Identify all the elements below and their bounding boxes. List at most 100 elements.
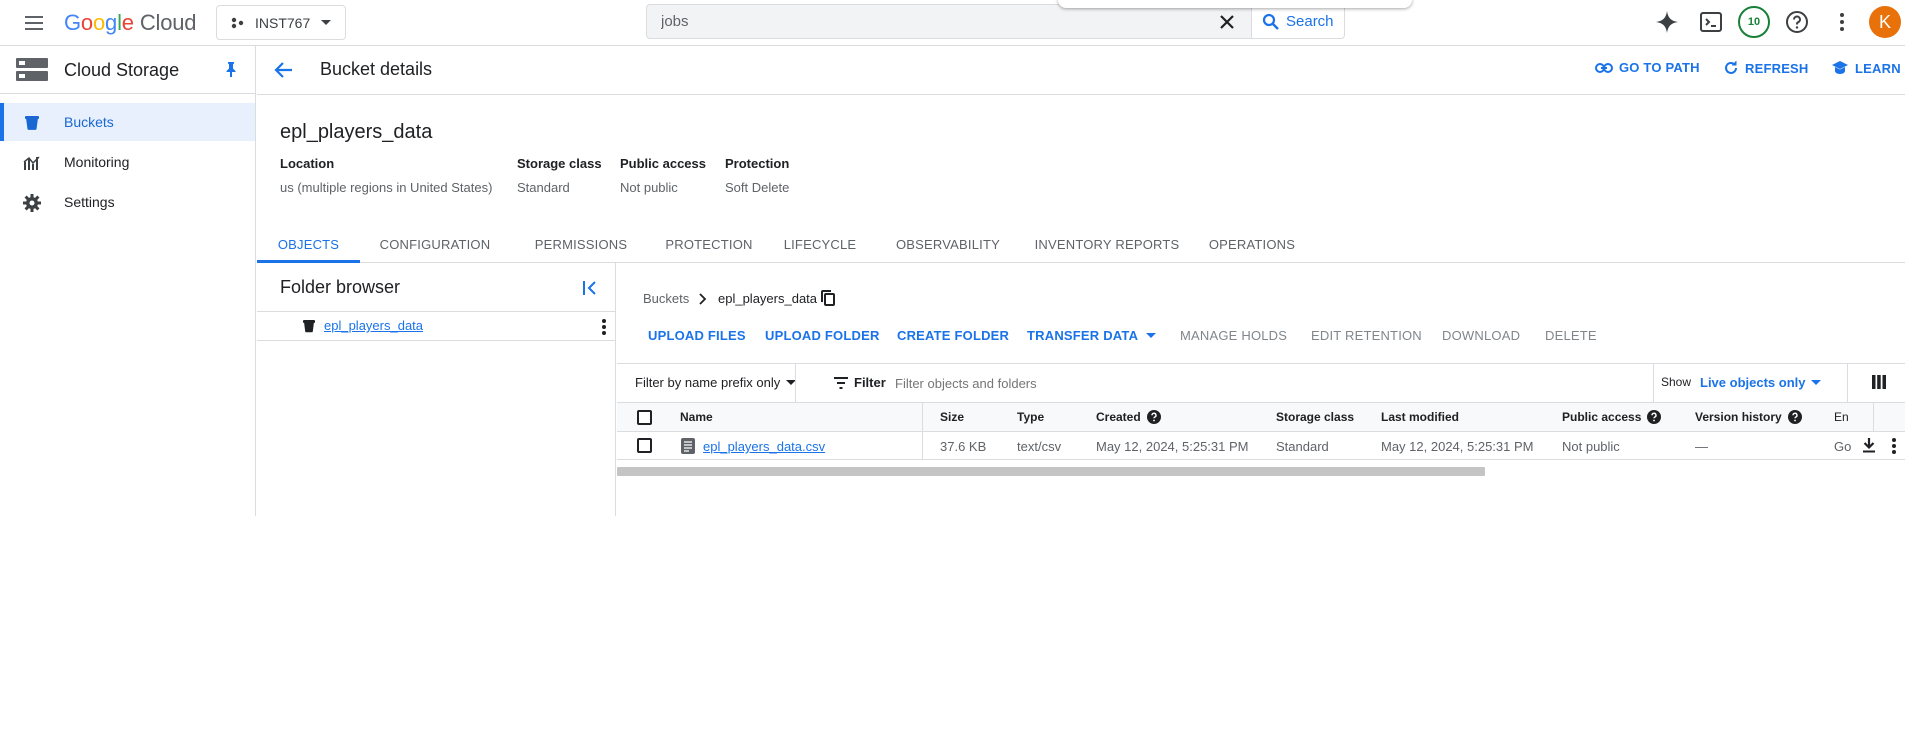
sidebar-item-buckets[interactable]: Buckets <box>0 103 255 141</box>
go-to-path-button[interactable]: GO TO PATH <box>1595 60 1700 75</box>
help-icon[interactable] <box>1146 410 1161 424</box>
column-header-size[interactable]: Size <box>940 410 964 424</box>
bucket-icon <box>22 113 42 133</box>
delete-button[interactable]: DELETE <box>1545 328 1597 343</box>
meta-location-value: us (multiple regions in United States) <box>280 180 493 195</box>
refresh-icon <box>1723 60 1739 76</box>
filter-input[interactable] <box>895 367 1395 399</box>
sidebar-header: Cloud Storage <box>0 46 255 94</box>
meta-storage-class-value: Standard <box>517 180 570 195</box>
tab-inventory-reports[interactable]: INVENTORY REPORTS <box>1032 230 1182 263</box>
search-suggestions-popup <box>1058 0 1412 8</box>
column-header-storage-class[interactable]: Storage class <box>1276 410 1354 424</box>
column-divider <box>1873 403 1874 432</box>
object-storage-class: Standard <box>1276 439 1329 454</box>
filter-label: Filter <box>854 375 886 390</box>
clear-icon[interactable] <box>1215 10 1239 34</box>
sidebar-item-label: Monitoring <box>64 154 130 170</box>
avatar[interactable]: K <box>1869 6 1901 38</box>
notifications-badge[interactable]: 10 <box>1738 6 1770 38</box>
bucket-icon <box>301 318 317 334</box>
column-header-version-history[interactable]: Version history <box>1695 410 1802 424</box>
more-vert-icon[interactable] <box>1889 436 1899 456</box>
search-button[interactable]: Search <box>1251 4 1345 39</box>
meta-public-access-label: Public access <box>620 156 706 171</box>
page-title: Bucket details <box>320 59 433 79</box>
object-type: text/csv <box>1017 439 1062 454</box>
column-header-last-modified[interactable]: Last modified <box>1381 410 1459 424</box>
menu-icon[interactable] <box>22 11 46 35</box>
transfer-data-button[interactable]: TRANSFER DATA <box>1027 328 1157 343</box>
meta-storage-class-label: Storage class <box>517 156 602 171</box>
show-select[interactable]: Live objects only <box>1700 375 1822 390</box>
column-header-public-access[interactable]: Public access <box>1562 410 1662 424</box>
row-checkbox[interactable] <box>637 438 652 453</box>
column-header-version-history-label: Version history <box>1695 410 1782 424</box>
copy-icon[interactable] <box>821 290 835 306</box>
filter-icon <box>833 376 849 390</box>
column-header-type[interactable]: Type <box>1017 410 1044 424</box>
column-header-name[interactable]: Name <box>680 410 713 424</box>
back-arrow-icon[interactable] <box>272 58 296 82</box>
tab-protection[interactable]: PROTECTION <box>657 230 761 263</box>
folder-browser-panel: Folder browser epl_players_data <box>257 263 616 516</box>
google-cloud-logo[interactable]: Google Cloud <box>64 10 196 36</box>
column-header-encryption[interactable]: En <box>1834 410 1849 424</box>
select-all-checkbox[interactable] <box>637 410 652 425</box>
column-divider <box>922 403 923 431</box>
column-header-created[interactable]: Created <box>1096 410 1161 424</box>
breadcrumb-current: epl_players_data <box>718 291 818 306</box>
create-folder-button[interactable]: CREATE FOLDER <box>897 328 1009 343</box>
tab-configuration[interactable]: CONFIGURATION <box>375 230 495 263</box>
download-button[interactable]: DOWNLOAD <box>1442 328 1520 343</box>
object-size: 37.6 KB <box>940 439 987 454</box>
filter-mode-select[interactable]: Filter by name prefix only <box>635 375 797 390</box>
tab-bar: OBJECTS CONFIGURATION PERMISSIONS PROTEC… <box>257 230 1905 263</box>
edit-retention-button[interactable]: EDIT RETENTION <box>1311 328 1422 343</box>
manage-holds-button[interactable]: MANAGE HOLDS <box>1180 328 1287 343</box>
bucket-name: epl_players_data <box>280 121 433 143</box>
folder-tree-link[interactable]: epl_players_data <box>324 318 423 333</box>
help-icon[interactable] <box>1784 9 1810 35</box>
upload-files-button[interactable]: UPLOAD FILES <box>648 328 746 343</box>
project-icon <box>231 16 245 30</box>
object-name-link[interactable]: epl_players_data.csv <box>703 439 825 454</box>
filter-bar: Filter by name prefix only Filter Show L… <box>617 363 1905 403</box>
collapse-panel-icon[interactable] <box>579 277 601 299</box>
tab-observability[interactable]: OBSERVABILITY <box>883 230 1013 263</box>
dropdown-icon <box>1146 332 1157 339</box>
search-icon <box>1262 13 1280 31</box>
search-button-label: Search <box>1286 13 1334 30</box>
gemini-icon[interactable] <box>1654 9 1680 35</box>
dropdown-icon <box>320 19 332 27</box>
help-icon[interactable] <box>1647 410 1662 424</box>
sidebar-item-monitoring[interactable]: Monitoring <box>0 143 255 181</box>
horizontal-scrollbar[interactable] <box>617 467 1485 476</box>
meta-protection-value: Soft Delete <box>725 180 790 195</box>
tab-operations[interactable]: OPERATIONS <box>1207 230 1297 263</box>
folder-browser-title: Folder browser <box>280 277 401 297</box>
tab-objects[interactable]: OBJECTS <box>257 230 360 263</box>
download-icon[interactable] <box>1861 437 1877 453</box>
column-display-icon[interactable] <box>1872 375 1886 389</box>
breadcrumb-root[interactable]: Buckets <box>643 291 689 306</box>
table-row[interactable]: epl_players_data.csv 37.6 KB text/csv Ma… <box>617 432 1905 460</box>
learn-button[interactable]: LEARN <box>1831 60 1901 76</box>
refresh-button[interactable]: REFRESH <box>1723 60 1809 76</box>
tab-lifecycle[interactable]: LIFECYCLE <box>777 230 863 263</box>
sidebar-item-settings[interactable]: Settings <box>0 183 255 221</box>
upload-folder-button[interactable]: UPLOAD FOLDER <box>765 328 880 343</box>
search-input[interactable] <box>647 5 1247 38</box>
folder-tree-item[interactable]: epl_players_data <box>257 311 615 341</box>
pin-icon[interactable] <box>222 60 240 78</box>
help-icon[interactable] <box>1787 410 1802 424</box>
more-vert-icon[interactable] <box>595 317 613 337</box>
show-select-value: Live objects only <box>1700 375 1806 390</box>
terminal-icon[interactable] <box>1698 9 1724 35</box>
more-vert-icon[interactable] <box>1829 9 1855 35</box>
project-selector[interactable]: INST767 <box>216 5 346 40</box>
object-public-access: Not public <box>1562 439 1620 454</box>
chevron-right-icon <box>697 293 707 305</box>
tab-permissions[interactable]: PERMISSIONS <box>525 230 637 263</box>
row-actions <box>1855 432 1905 459</box>
